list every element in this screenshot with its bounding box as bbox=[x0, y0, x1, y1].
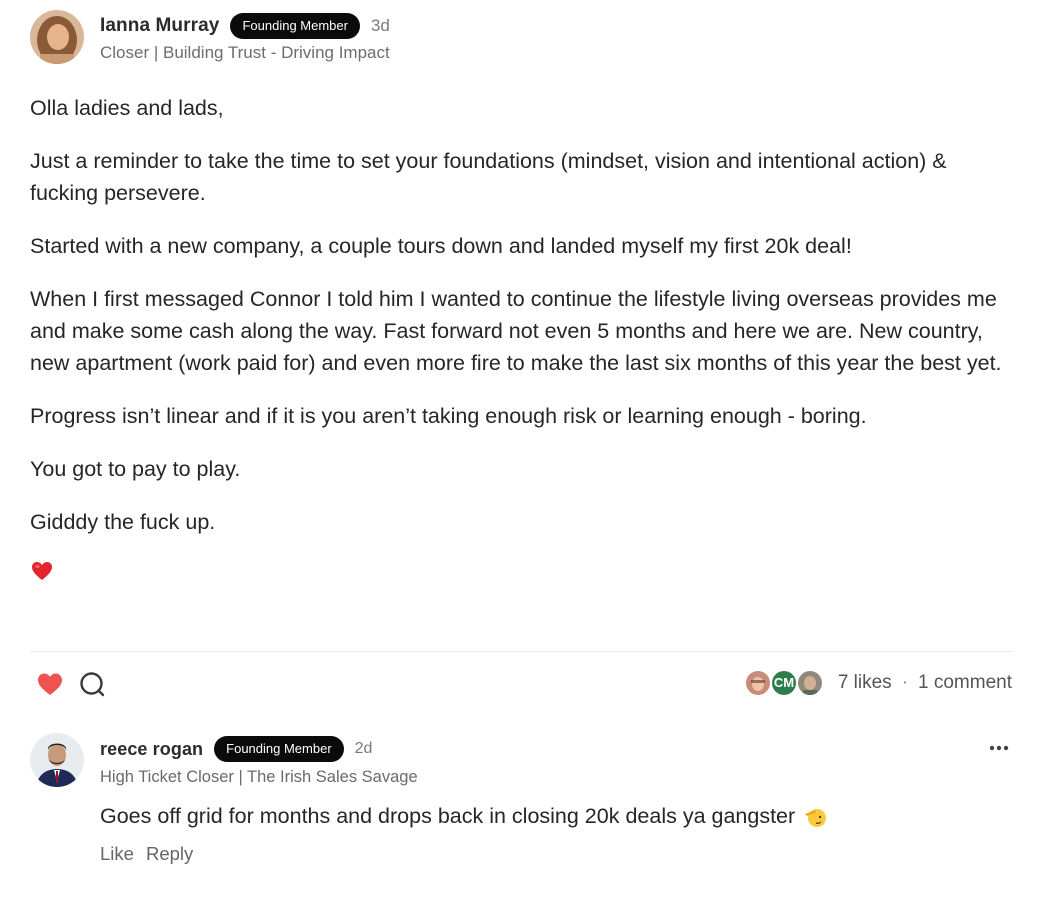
author-name[interactable]: Ianna Murray bbox=[100, 15, 219, 37]
divider bbox=[30, 651, 1012, 652]
post-header: Ianna Murray Founding Member 3d Closer |… bbox=[30, 10, 730, 66]
comment: reece rogan Founding Member 2d High Tick… bbox=[30, 733, 1020, 883]
likes-count[interactable]: 7 likes bbox=[838, 672, 892, 694]
more-options-icon[interactable] bbox=[986, 735, 1012, 761]
commenter-line: reece rogan Founding Member 2d bbox=[100, 736, 372, 762]
like-heart-icon[interactable] bbox=[36, 671, 64, 697]
commenter-bio: High Ticket Closer | The Irish Sales Sav… bbox=[100, 768, 418, 786]
post-time[interactable]: 3d bbox=[371, 16, 390, 36]
comment-bubble-icon[interactable] bbox=[79, 671, 105, 697]
founding-member-badge: Founding Member bbox=[214, 736, 344, 762]
post-page: Ianna Murray Founding Member 3d Closer |… bbox=[0, 0, 1047, 906]
liker-avatar[interactable] bbox=[796, 669, 824, 697]
comment-like-button[interactable]: Like bbox=[100, 843, 134, 865]
post-paragraph: Progress isn’t linear and if it is you a… bbox=[30, 404, 867, 428]
comment-text-row: Goes off grid for months and drops back … bbox=[100, 804, 827, 829]
commenter-name[interactable]: reece rogan bbox=[100, 739, 203, 760]
post-paragraph: When I first messaged Connor I told him … bbox=[30, 287, 1002, 375]
comment-actions: Like Reply bbox=[100, 843, 193, 865]
salute-emoji-icon bbox=[803, 805, 827, 829]
post-paragraph: Started with a new company, a couple tou… bbox=[30, 234, 852, 258]
author-avatar[interactable] bbox=[30, 10, 84, 64]
post-paragraph: Gidddy the fuck up. bbox=[30, 510, 216, 534]
post-paragraph: Just a reminder to take the time to set … bbox=[30, 149, 947, 205]
likers-avatars[interactable]: CM bbox=[744, 669, 826, 697]
post-stats: 7 likes · 1 comment bbox=[838, 672, 1012, 694]
founding-member-badge: Founding Member bbox=[230, 13, 360, 39]
author-bio: Closer | Building Trust - Driving Impact bbox=[100, 43, 390, 62]
liker-avatar-initials[interactable]: CM bbox=[770, 669, 798, 697]
comments-count[interactable]: 1 comment bbox=[918, 672, 1012, 694]
liker-avatar[interactable] bbox=[744, 669, 772, 697]
post-paragraph: You got to pay to play. bbox=[30, 457, 241, 481]
comment-reply-button[interactable]: Reply bbox=[146, 843, 193, 865]
comment-text: Goes off grid for months and drops back … bbox=[100, 804, 796, 828]
post-body: Olla ladies and lads, Just a reminder to… bbox=[30, 92, 1020, 583]
commenter-avatar[interactable] bbox=[30, 733, 84, 787]
post-paragraph: Olla ladies and lads, bbox=[30, 96, 224, 120]
stats-separator: · bbox=[901, 672, 909, 693]
comment-time[interactable]: 2d bbox=[355, 740, 373, 758]
author-line: Ianna Murray Founding Member 3d bbox=[100, 13, 390, 39]
heart-emoji-icon bbox=[30, 559, 54, 583]
